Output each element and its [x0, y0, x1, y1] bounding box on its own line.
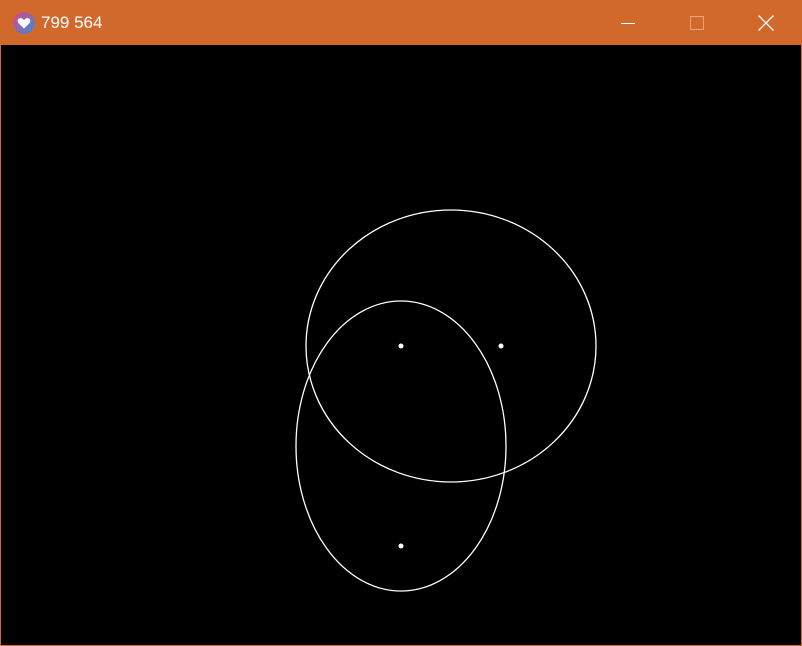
close-button[interactable]	[743, 1, 789, 45]
upper-ellipse-focus-right	[498, 343, 504, 349]
upper-ellipse-focus-left	[398, 343, 404, 349]
drawing-canvas[interactable]	[1, 45, 801, 645]
close-icon	[758, 15, 774, 31]
minimize-icon	[621, 23, 635, 24]
title-bar[interactable]: 799 564	[1, 1, 801, 45]
maximize-button[interactable]	[674, 1, 720, 45]
window-title: 799 564	[41, 13, 103, 32]
lower-ellipse-focus-bottom	[398, 543, 404, 549]
minimize-button[interactable]	[605, 1, 651, 45]
maximize-icon	[690, 16, 704, 30]
upper-ellipse	[305, 209, 597, 483]
app-window: 799 564	[0, 0, 802, 646]
heart-app-icon	[13, 12, 35, 34]
